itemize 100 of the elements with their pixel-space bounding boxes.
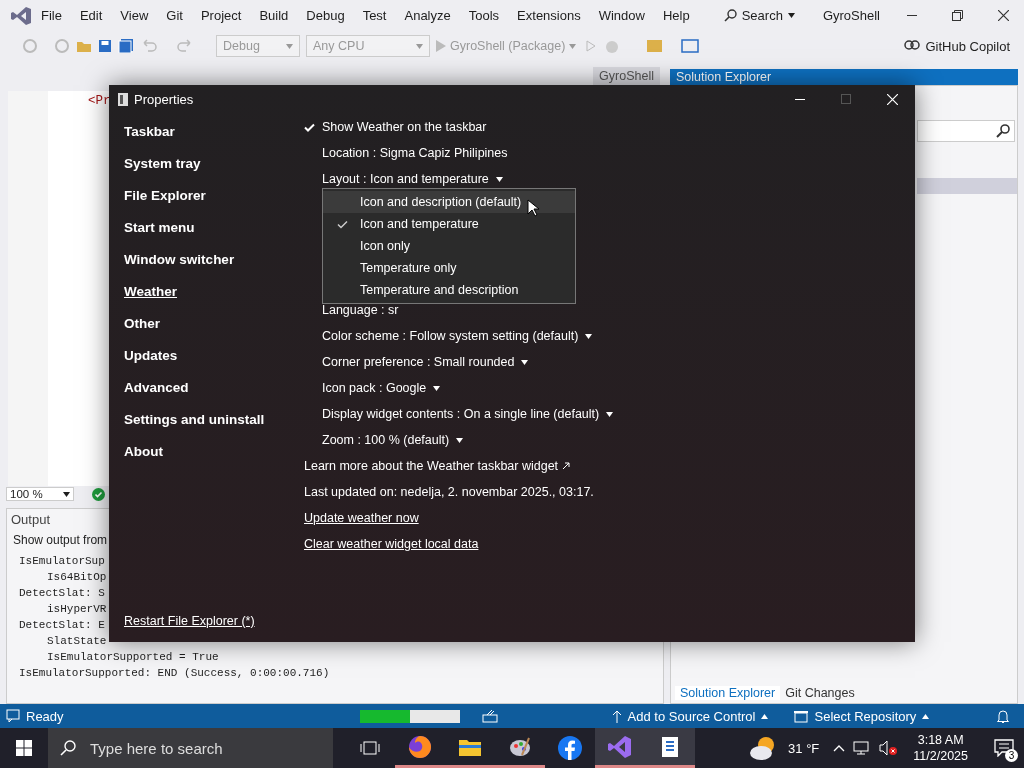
menu-item[interactable]: Tools	[459, 8, 509, 23]
nav-item[interactable]: Start menu	[124, 211, 195, 243]
caret-icon	[521, 359, 529, 365]
show-weather-checkbox[interactable]: Show Weather on the taskbar	[304, 120, 487, 134]
taskbar-search-field[interactable]: Type here to search	[48, 728, 333, 768]
save-all-icon[interactable]	[118, 39, 134, 53]
repository-icon	[794, 709, 809, 723]
minimize-icon	[795, 98, 805, 100]
search-button[interactable]: Search	[714, 8, 804, 23]
setting-dropdown[interactable]: Icon pack : Google	[322, 381, 441, 395]
output-line: isHyperVR	[47, 602, 107, 617]
minimize-icon	[906, 15, 917, 16]
output-line: SlatState	[47, 634, 107, 649]
menu-item[interactable]: Window	[589, 8, 654, 23]
caret-icon	[416, 43, 423, 49]
action-link[interactable]: Update weather now	[304, 511, 419, 525]
panel-title: Solution Explorer	[676, 70, 772, 84]
bell-icon[interactable]	[996, 708, 1010, 724]
setting-text[interactable]: Location : Sigma Capiz Philipines	[322, 146, 508, 160]
menu-option[interactable]: Icon and temperature	[323, 213, 575, 235]
solution-name: GyroShell	[821, 8, 881, 23]
message-icon	[6, 709, 20, 723]
output-source-label: Show output from	[13, 533, 108, 549]
nav-item[interactable]: Window switcher	[124, 243, 235, 275]
menu-item[interactable]: Extensions	[508, 8, 590, 23]
chevron-up-icon[interactable]	[833, 744, 846, 752]
windows-logo-icon	[16, 740, 32, 756]
nav-item[interactable]: Other	[124, 307, 160, 339]
clock-time[interactable]: 3:18 AM	[917, 732, 964, 748]
action-link[interactable]: Clear weather widget local data	[304, 537, 479, 551]
learn-more-link[interactable]: Learn more about the Weather taskbar widget	[304, 459, 559, 473]
nav-item[interactable]: Updates	[124, 339, 178, 371]
zoom-dropdown[interactable]: 100 %	[6, 487, 74, 501]
menu-item[interactable]: Build	[250, 8, 298, 23]
visual-studio-app-icon[interactable]	[595, 728, 645, 768]
output-line: Is64BitOp	[47, 570, 107, 585]
search-field[interactable]	[917, 120, 1015, 142]
close-icon	[998, 10, 1010, 21]
volume-muted-icon[interactable]	[879, 740, 898, 756]
menu-item[interactable]: Edit	[70, 8, 112, 23]
check-icon	[337, 219, 348, 229]
caret-icon	[286, 43, 293, 49]
success-icon	[92, 487, 105, 501]
menu-item[interactable]: Test	[353, 8, 396, 23]
menu-item[interactable]: File	[32, 8, 71, 23]
search-icon	[60, 740, 76, 756]
document-app-icon[interactable]	[645, 728, 695, 768]
setting-text[interactable]: Language : sr	[322, 303, 399, 317]
cursor-icon	[527, 199, 539, 217]
caret-icon	[433, 385, 441, 391]
menu-item[interactable]: Git	[157, 8, 192, 23]
menu-item[interactable]: Project	[191, 8, 251, 23]
restart-link[interactable]: Restart File Explorer (*)	[124, 614, 255, 628]
visual-studio-logo-icon	[10, 5, 32, 26]
menu-option[interactable]: Temperature and description	[323, 279, 575, 301]
play-icon	[436, 40, 446, 52]
code-text: <Pr	[88, 94, 111, 108]
caret-icon	[569, 43, 577, 49]
arrow-up-icon	[611, 709, 622, 723]
panel-tab[interactable]: Git Changes	[780, 686, 860, 700]
setting-dropdown[interactable]: Zoom : 100 % (default)	[322, 433, 464, 447]
setting-dropdown[interactable]: Color scheme : Follow system setting (default)	[322, 329, 593, 343]
network-icon[interactable]	[853, 740, 872, 756]
menu-item[interactable]: View	[111, 8, 158, 23]
app-icon	[118, 92, 128, 106]
restore-icon	[952, 10, 964, 21]
repository-button[interactable]: Select Repository	[794, 708, 930, 724]
nav-item[interactable]: Settings and uninstall	[124, 403, 265, 435]
output-line: IsEmulatorSupported = True	[47, 650, 219, 665]
copilot-button[interactable]: GitHub Copilot	[898, 37, 1016, 55]
panel-tab[interactable]: Solution Explorer	[675, 686, 781, 700]
menu-item[interactable]: Help	[653, 8, 699, 23]
notification-count: 3	[1005, 749, 1018, 762]
check-icon	[304, 122, 315, 132]
clock-date[interactable]: 11/2/2025	[913, 748, 968, 764]
setting-dropdown[interactable]: Layout : Icon and temperature	[322, 172, 503, 186]
output-line: IsEmulatorSupported: END (Success, 0:00:00.716)	[19, 666, 330, 681]
setting-dropdown[interactable]: Corner preference : Small rounded	[322, 355, 529, 369]
document-tab[interactable]: GyroShell	[593, 67, 660, 85]
menu-option[interactable]: Temperature only	[323, 257, 575, 279]
menu-item[interactable]: Debug	[297, 8, 354, 23]
setting-dropdown[interactable]: Display widget contents : On a single line (default)	[322, 407, 614, 421]
nav-item[interactable]: Advanced	[124, 371, 189, 403]
window-title: Properties	[134, 91, 194, 107]
menu-item[interactable]: Analyze	[395, 8, 460, 23]
maximize-icon	[841, 94, 851, 104]
nav-item[interactable]: About	[124, 435, 163, 467]
caret-up-icon	[922, 713, 930, 719]
menu-option[interactable]: Icon only	[323, 235, 575, 257]
caret-icon	[63, 491, 70, 497]
nav-item[interactable]: Taskbar	[124, 115, 175, 147]
nav-item[interactable]: File Explorer	[124, 179, 206, 211]
task-view-icon	[360, 740, 380, 756]
nav-item[interactable]: System tray	[124, 147, 201, 179]
source-control-button[interactable]: Add to Source Control	[611, 708, 769, 724]
save-icon[interactable]	[98, 39, 112, 53]
menu-option[interactable]: Icon and description (default)	[323, 191, 575, 213]
nav-item[interactable]: Weather	[124, 275, 178, 307]
build-icon	[481, 709, 498, 723]
caret-icon	[585, 333, 593, 339]
